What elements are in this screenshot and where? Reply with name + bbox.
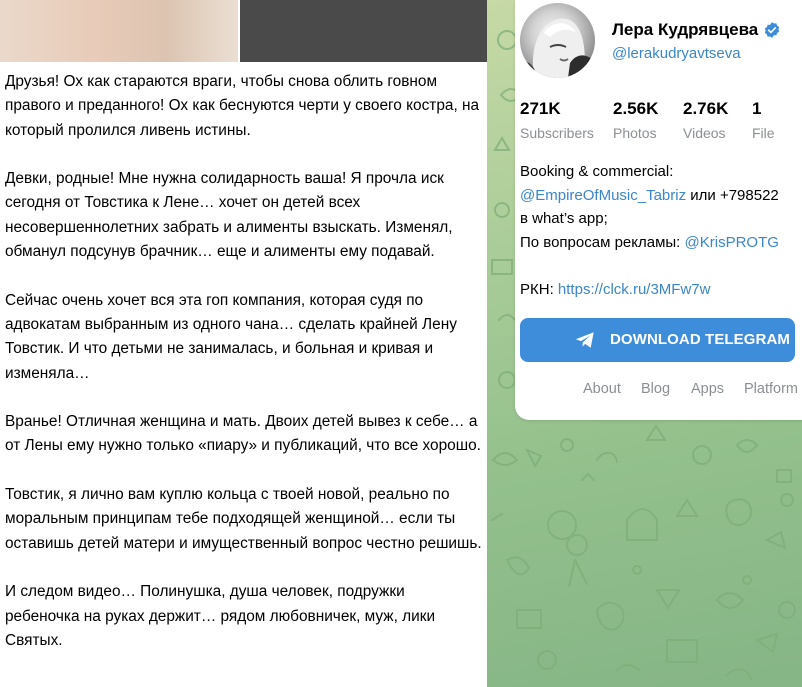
post-paragraph: Друзья! Ох как стараются враги, чтобы сн… — [5, 73, 480, 139]
bio-line: Booking & commercial: — [520, 163, 674, 180]
bio-text: или +798522 — [686, 186, 779, 204]
stat-label: Photos — [613, 125, 657, 141]
bio-text: РКН: — [520, 280, 558, 298]
stat-label: Videos — [683, 125, 726, 141]
channel-title-row: Лера Кудрявцева — [612, 20, 781, 40]
post-paragraph: Товстик, я лично вам куплю кольца с твое… — [5, 486, 482, 552]
post-paragraph: Вранье! Отличная женщина и мать. Двоих д… — [5, 413, 481, 455]
bio-line: По вопросам рекламы: @KrisPROTG — [520, 231, 802, 255]
stat-value: 1 — [752, 99, 762, 118]
stat-photos[interactable]: 2.56K Photos — [613, 99, 658, 141]
post-media[interactable] — [0, 0, 487, 62]
footer-link-about[interactable]: About — [583, 381, 621, 397]
footer-link-apps[interactable]: Apps — [691, 381, 724, 397]
bio-link-krisprotg[interactable]: @KrisPROTG — [685, 234, 779, 251]
stat-label: File — [752, 125, 775, 141]
stat-files[interactable]: 1 File — [752, 99, 775, 141]
bio-line: в what’s app; — [520, 210, 608, 227]
stat-value: 2.76K — [683, 99, 729, 118]
stat-value: 271K — [520, 99, 561, 118]
bio-link-rkn[interactable]: https://clck.ru/3MFw7w — [558, 281, 711, 298]
post-text: Друзья! Ох как стараются враги, чтобы сн… — [5, 70, 483, 677]
media-thumbnail-2[interactable] — [240, 0, 487, 62]
bio-text: По вопросам рекламы: — [520, 233, 685, 251]
channel-avatar[interactable] — [520, 3, 595, 78]
stat-subscribers[interactable]: 271K Subscribers — [520, 99, 594, 141]
post: Друзья! Ох как стараются враги, чтобы сн… — [0, 0, 487, 687]
bio-spacer — [520, 254, 802, 278]
download-telegram-button[interactable]: DOWNLOAD TELEGRAM — [520, 318, 795, 362]
bio-line: РКН: https://clck.ru/3MFw7w — [520, 278, 802, 302]
bio-link-empireofmusic[interactable]: @EmpireOfMusic_Tabriz — [520, 187, 686, 204]
footer-link-blog[interactable]: Blog — [641, 381, 670, 397]
stat-value: 2.56K — [613, 99, 659, 118]
footer-link-platform[interactable]: Platform — [744, 381, 798, 397]
telegram-plane-icon — [575, 332, 594, 348]
footer-links: About Blog Apps Platform — [515, 381, 802, 401]
verified-check-icon — [765, 22, 780, 38]
channel-card: Лера Кудрявцева @lerakudryavtseva 271K S… — [515, 0, 802, 420]
bio-line: @EmpireOfMusic_Tabriz или +798522 — [520, 184, 802, 208]
channel-description: Booking & commercial: @EmpireOfMusic_Tab… — [520, 160, 802, 301]
channel-name: Лера Кудрявцева — [612, 20, 759, 39]
stat-label: Subscribers — [520, 125, 594, 141]
post-paragraph: И следом видео… Полинушка, душа человек,… — [5, 583, 436, 649]
post-paragraph: Сейчас очень хочет вся эта гоп компания,… — [5, 291, 457, 382]
stat-videos[interactable]: 2.76K Videos — [683, 99, 728, 141]
media-thumbnail-1[interactable] — [0, 0, 238, 62]
channel-sidebar: Лера Кудрявцева @lerakudryavtseva 271K S… — [487, 0, 802, 687]
channel-handle-link[interactable]: @lerakudryavtseva — [612, 45, 741, 62]
download-button-label: DOWNLOAD TELEGRAM — [610, 331, 791, 348]
avatar-photo — [520, 18, 595, 78]
post-paragraph: Девки, родные! Мне нужна солидарность ва… — [5, 170, 453, 261]
